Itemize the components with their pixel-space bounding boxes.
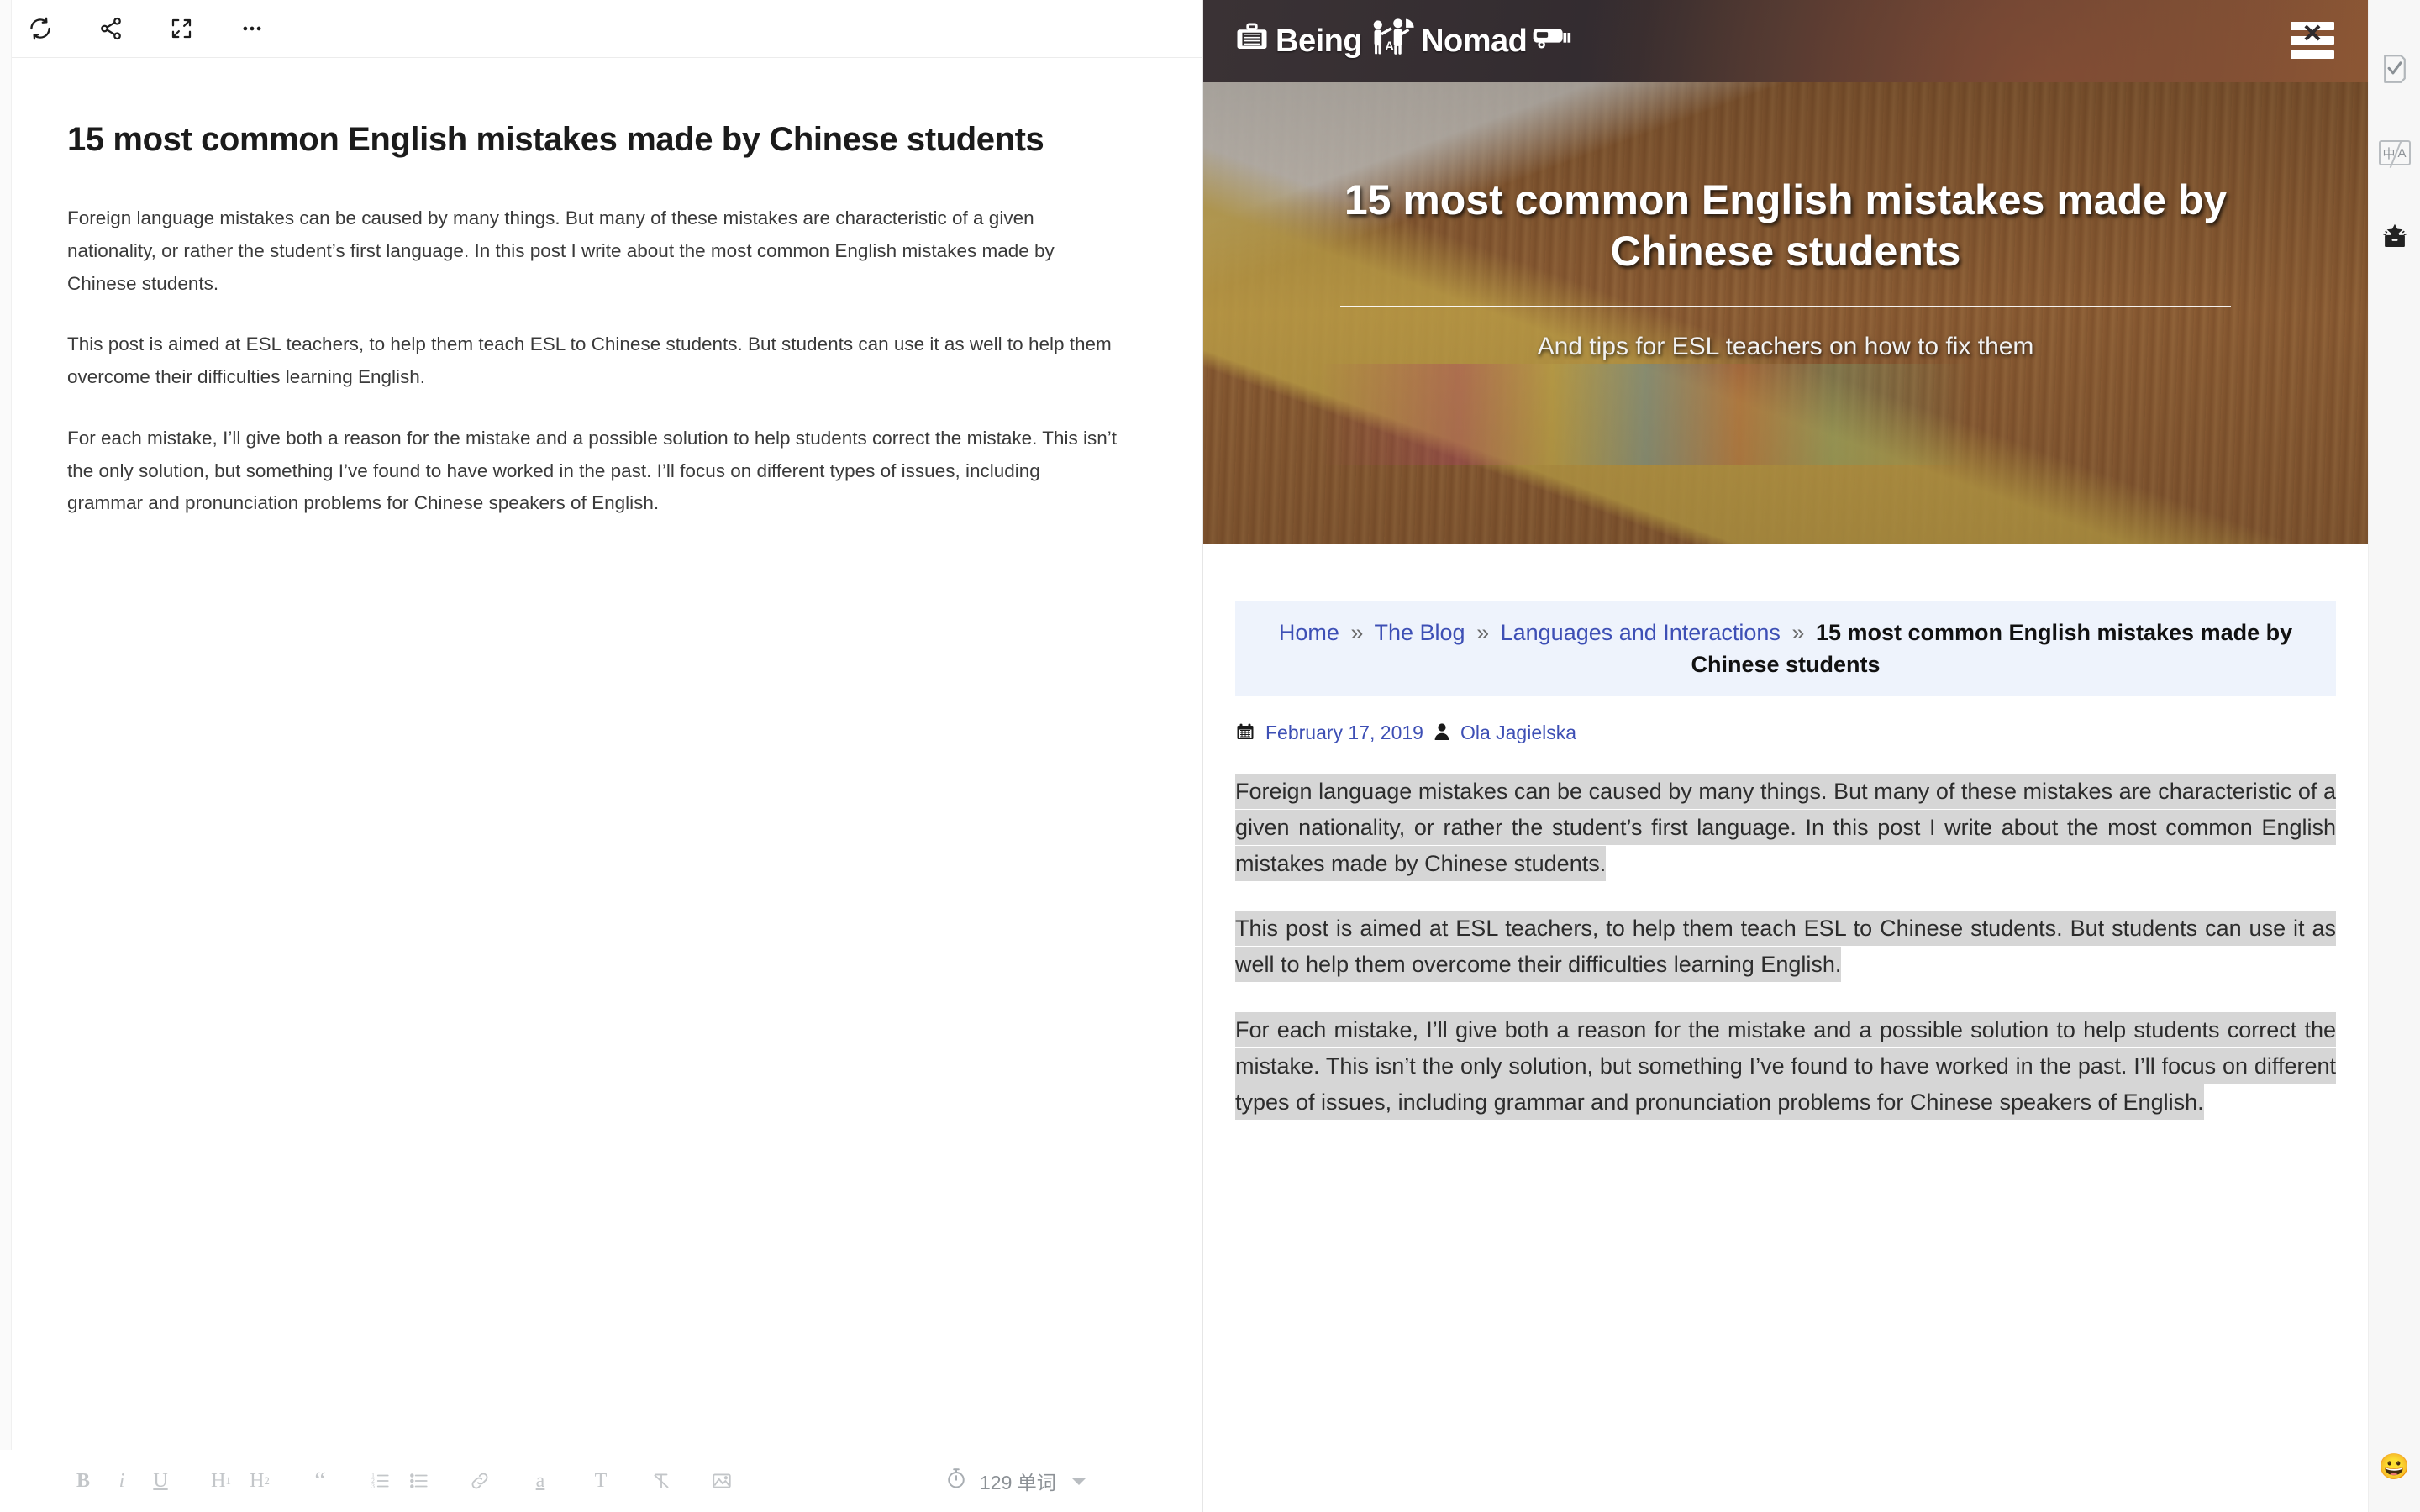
heading2-sub: 2: [264, 1474, 270, 1487]
post-author[interactable]: Ola Jagielska: [1460, 722, 1576, 744]
logo-word-being: Being: [1276, 23, 1363, 59]
app-window: 15 most common English mistakes made by …: [0, 0, 2420, 1512]
highlight-button[interactable]: a: [521, 1462, 560, 1500]
link-icon[interactable]: [460, 1462, 499, 1500]
breadcrumb-item-the-blog[interactable]: The Blog: [1374, 620, 1465, 645]
hero-divider: [1340, 306, 2231, 307]
preview-paragraph-text: This post is aimed at ESL teachers, to h…: [1235, 911, 2336, 983]
svg-text:3: 3: [371, 1483, 375, 1490]
calendar-icon: [1235, 722, 1255, 745]
heading1-sub: 1: [225, 1474, 231, 1487]
hero-overlay: 15 most common English mistakes made by …: [1203, 82, 2368, 544]
breadcrumb-separator: »: [1476, 620, 1490, 645]
feedback-emoji-icon[interactable]: 😀: [2379, 1452, 2410, 1482]
editor-top-toolbar: [0, 0, 1202, 57]
proofread-check-icon[interactable]: [2375, 49, 2415, 89]
document-paragraph[interactable]: For each mistake, I’ll give both a reaso…: [67, 423, 1118, 520]
user-icon: [1434, 722, 1450, 744]
document-paragraph[interactable]: This post is aimed at ESL teachers, to h…: [67, 328, 1118, 393]
preview-paragraph: This post is aimed at ESL teachers, to h…: [1235, 911, 2336, 983]
italic-button[interactable]: i: [103, 1462, 141, 1500]
caravan-icon: [1532, 23, 1574, 60]
logo-word-nomad: Nomad: [1421, 23, 1528, 59]
breadcrumb-item-languages-and-interactions[interactable]: Languages and Interactions: [1501, 620, 1781, 645]
text-style-button[interactable]: T: [581, 1462, 620, 1500]
language-toggle-box: 中 A: [2378, 140, 2411, 169]
unordered-list-icon[interactable]: [400, 1462, 439, 1500]
preview-paragraph-text: For each mistake, I’ll give both a reaso…: [1235, 1011, 2336, 1120]
hamburger-menu-icon[interactable]: ✕: [2291, 22, 2334, 59]
blockquote-button[interactable]: “: [301, 1462, 339, 1500]
bold-button[interactable]: B: [64, 1462, 103, 1500]
heading2-button[interactable]: H2: [240, 1462, 279, 1500]
clear-format-icon[interactable]: [642, 1462, 681, 1500]
word-count-label: 129 单词: [980, 1472, 1056, 1494]
chevron-down-icon[interactable]: [1071, 1477, 1086, 1485]
editor-format-toolbar: B i U H1 H2 “ 1 2 3 a T 129 单词: [0, 1450, 1202, 1512]
preview-pane: Being A Nomad ✕ 15 most common English m…: [1203, 0, 2368, 1512]
heading2-label: H: [250, 1469, 265, 1492]
right-sidebar: 中 A 😀: [2368, 0, 2420, 1512]
editor-gutter: [0, 0, 12, 1512]
underline-button[interactable]: U: [141, 1462, 180, 1500]
stopwatch-icon: [944, 1467, 968, 1495]
gift-box-icon[interactable]: [2375, 217, 2415, 257]
hero-subtitle: And tips for ESL teachers on how to fix …: [1537, 333, 2034, 360]
breadcrumb-item-current: 15 most common English mistakes made by …: [1691, 620, 2293, 678]
heading1-label: H: [211, 1469, 226, 1492]
editor-pane: 15 most common English mistakes made by …: [0, 0, 1203, 1512]
heading1-button[interactable]: H1: [202, 1462, 240, 1500]
suitcase-icon: [1234, 19, 1270, 63]
post-date[interactable]: February 17, 2019: [1265, 722, 1423, 744]
preview-paragraph-text: Foreign language mistakes can be caused …: [1235, 773, 2336, 882]
site-header: Being A Nomad ✕: [1203, 0, 2368, 82]
editor-content-area[interactable]: 15 most common English mistakes made by …: [0, 58, 1202, 1450]
fullscreen-icon[interactable]: [158, 5, 205, 52]
breadcrumb: Home » The Blog » Languages and Interact…: [1235, 601, 2336, 696]
preview-article: Home » The Blog » Languages and Interact…: [1203, 601, 2368, 1121]
menu-x-glyph: ✕: [2302, 20, 2323, 48]
preview-paragraph: For each mistake, I’ll give both a reaso…: [1235, 1011, 2336, 1121]
document-paragraph[interactable]: Foreign language mistakes can be caused …: [67, 202, 1118, 300]
post-meta: February 17, 2019 Ola Jagielska: [1235, 722, 2336, 745]
hero-title: 15 most common English mistakes made by …: [1344, 176, 2228, 275]
breadcrumb-separator: »: [1350, 620, 1364, 645]
format-button-group: B i U H1 H2 “ 1 2 3 a T: [64, 1462, 741, 1500]
more-options-icon[interactable]: [229, 5, 276, 52]
share-icon[interactable]: [87, 5, 134, 52]
image-icon[interactable]: [702, 1462, 741, 1500]
hero-banner: 15 most common English mistakes made by …: [1203, 82, 2368, 544]
family-icon: A: [1367, 13, 1416, 69]
site-logo[interactable]: Being A Nomad: [1234, 13, 1574, 69]
translate-icon[interactable]: 中 A: [2375, 133, 2415, 173]
breadcrumb-item-home[interactable]: Home: [1279, 620, 1339, 645]
breadcrumb-separator: »: [1791, 620, 1805, 645]
document-title[interactable]: 15 most common English mistakes made by …: [67, 118, 1092, 160]
sync-icon[interactable]: [17, 5, 64, 52]
ordered-list-icon[interactable]: 1 2 3: [361, 1462, 400, 1500]
svg-text:A: A: [1385, 39, 1394, 53]
preview-paragraph: Foreign language mistakes can be caused …: [1235, 773, 2336, 883]
word-count-control[interactable]: 129 单词: [944, 1467, 1086, 1495]
